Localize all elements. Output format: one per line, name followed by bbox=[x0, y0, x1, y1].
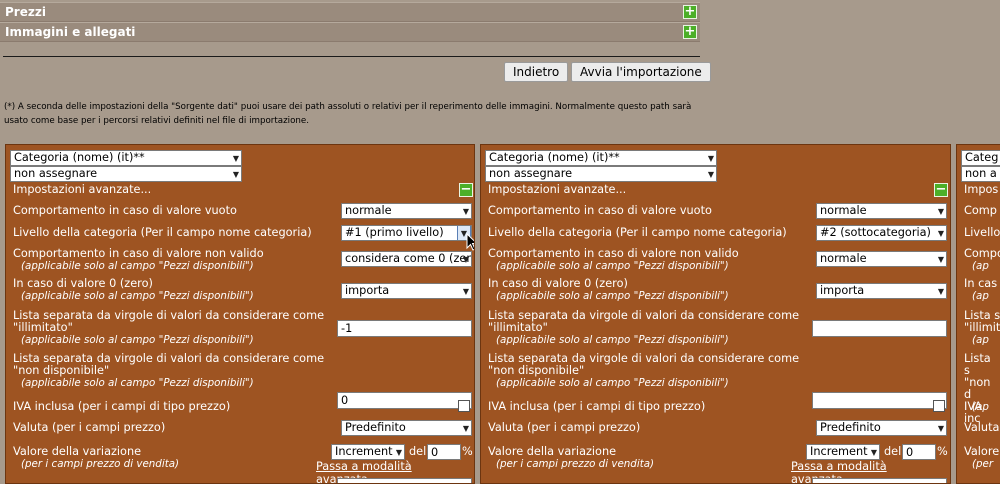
percent-label: % bbox=[462, 445, 473, 458]
zero-case-label: In caso di valore 0 (zero) (applicabile … bbox=[13, 277, 254, 303]
currency-label: Valuta bbox=[964, 421, 1000, 434]
empty-behaviour-select[interactable]: normale ▼ bbox=[816, 203, 947, 219]
assign-select[interactable]: non a bbox=[961, 166, 1000, 182]
del-label: del bbox=[409, 445, 427, 458]
zero-case-select[interactable]: importa ▼ bbox=[816, 283, 947, 299]
currency-select[interactable]: Predefinito ▼ bbox=[816, 420, 947, 436]
invalid-behaviour-select[interactable]: considera come 0 (zero) ▼ bbox=[341, 251, 472, 267]
invalid-behaviour-select[interactable]: normale ▼ bbox=[816, 251, 947, 267]
invalid-behaviour-label: Comportamento in caso di valore non vali… bbox=[488, 247, 739, 273]
advanced-label: Impostazioni avanzate... bbox=[488, 183, 627, 196]
unavailable-label: Lista separata da virgole di valori da c… bbox=[13, 352, 325, 390]
next-input[interactable] bbox=[812, 478, 947, 483]
category-level-select[interactable]: #1 (primo livello) ▼ bbox=[341, 225, 472, 241]
unlimited-input[interactable]: -1 bbox=[337, 320, 472, 337]
advanced-label: Impostazioni avanzate... bbox=[13, 183, 152, 196]
invalid-behaviour-label: Compo (ap bbox=[964, 247, 1000, 273]
unavailable-input[interactable]: 0 bbox=[337, 392, 472, 409]
percent-label: % bbox=[937, 445, 948, 458]
field-select[interactable]: Categoria (nome) (it)** ▼ bbox=[485, 150, 717, 166]
zero-case-select[interactable]: importa ▼ bbox=[341, 283, 472, 299]
variation-label: Valore (per bbox=[964, 445, 1000, 471]
section-title: Prezzi bbox=[5, 5, 46, 19]
category-level-select[interactable]: #2 (sottocategoria) ▼ bbox=[816, 225, 947, 241]
mapping-panel-1: Categoria (nome) (it)** ▼ non assegnare ▼ … bbox=[5, 144, 475, 484]
variation-label: Valore della variazione (per i campi pre… bbox=[488, 445, 655, 471]
currency-label: Valuta (per i campi prezzo) bbox=[488, 421, 641, 434]
path-note: (*) A seconda delle impostazioni della "… bbox=[4, 102, 692, 126]
category-level-label: Livello della categoria (Per il campo no… bbox=[488, 226, 787, 239]
category-level-label: Livello bbox=[964, 226, 1000, 239]
variation-type-select[interactable]: Increment ▼ bbox=[331, 444, 405, 460]
section-title: Immagini e allegati bbox=[5, 25, 136, 39]
back-button[interactable]: Indietro bbox=[504, 62, 569, 82]
field-select[interactable]: Categoria (nome) (it)** ▼ bbox=[10, 150, 242, 166]
next-input[interactable] bbox=[337, 478, 472, 483]
empty-behaviour-label: Comp bbox=[964, 204, 997, 217]
start-import-button[interactable]: Avvia l'importazione bbox=[571, 62, 711, 82]
section-immagini[interactable]: Immagini e allegati + bbox=[0, 22, 700, 42]
empty-behaviour-label: Comportamento in caso di valore vuoto bbox=[13, 204, 237, 217]
empty-behaviour-select[interactable]: normale ▼ bbox=[341, 203, 472, 219]
currency-label: Valuta (per i campi prezzo) bbox=[13, 421, 166, 434]
currency-select[interactable]: Predefinito ▼ bbox=[341, 420, 472, 436]
variation-label: Valore della variazione (per i campi pre… bbox=[13, 445, 180, 471]
unlimited-label: Lista separata da virgole di valori da c… bbox=[13, 309, 325, 347]
advanced-label: Impos bbox=[964, 183, 999, 196]
mouse-cursor-icon bbox=[466, 233, 474, 251]
empty-behaviour-label: Comportamento in caso di valore vuoto bbox=[488, 204, 712, 217]
unlimited-label: Lista separata da virgole di valori da c… bbox=[488, 309, 800, 347]
mapping-panel-3: Categ non a Impos Comp Livello Compo (ap… bbox=[956, 144, 1000, 484]
vat-checkbox[interactable] bbox=[933, 400, 945, 412]
unlimited-label: Lista s "illimit (ap bbox=[964, 309, 1000, 347]
mapping-panel-2: Categoria (nome) (it)** ▼ non assegnare ▼ … bbox=[480, 144, 951, 484]
vat-label: IVA inclusa (per i campi di tipo prezzo) bbox=[488, 400, 706, 413]
expand-plus-icon[interactable]: + bbox=[683, 25, 697, 39]
divider bbox=[3, 56, 700, 57]
unlimited-input[interactable] bbox=[812, 320, 947, 337]
zero-case-label: In caso di valore 0 (zero) (applicabile … bbox=[488, 277, 729, 303]
variation-type-select[interactable]: Increment ▼ bbox=[806, 444, 880, 460]
zero-case-label: In cas (ap bbox=[964, 277, 998, 303]
variation-pct-input[interactable]: 0 bbox=[902, 444, 936, 460]
category-level-label: Livello della categoria (Per il campo no… bbox=[13, 226, 312, 239]
unavailable-input[interactable] bbox=[812, 392, 947, 409]
unavailable-label: Lista separata da virgole di valori da c… bbox=[488, 352, 800, 390]
collapse-minus-icon[interactable]: − bbox=[459, 183, 473, 197]
vat-label: IVA inclusa (per i campi di tipo prezzo) bbox=[13, 400, 231, 413]
invalid-behaviour-label: Comportamento in caso di valore non vali… bbox=[13, 247, 264, 273]
assign-select[interactable]: non assegnare ▼ bbox=[10, 166, 242, 182]
variation-pct-input[interactable]: 0 bbox=[427, 444, 461, 460]
assign-select[interactable]: non assegnare ▼ bbox=[485, 166, 717, 182]
collapse-minus-icon[interactable]: − bbox=[934, 183, 948, 197]
vat-checkbox[interactable] bbox=[458, 400, 470, 412]
del-label: del bbox=[884, 445, 902, 458]
expand-plus-icon[interactable]: + bbox=[683, 5, 697, 19]
section-prezzi[interactable]: Prezzi + bbox=[0, 2, 700, 22]
field-select[interactable]: Categ bbox=[961, 150, 1000, 166]
